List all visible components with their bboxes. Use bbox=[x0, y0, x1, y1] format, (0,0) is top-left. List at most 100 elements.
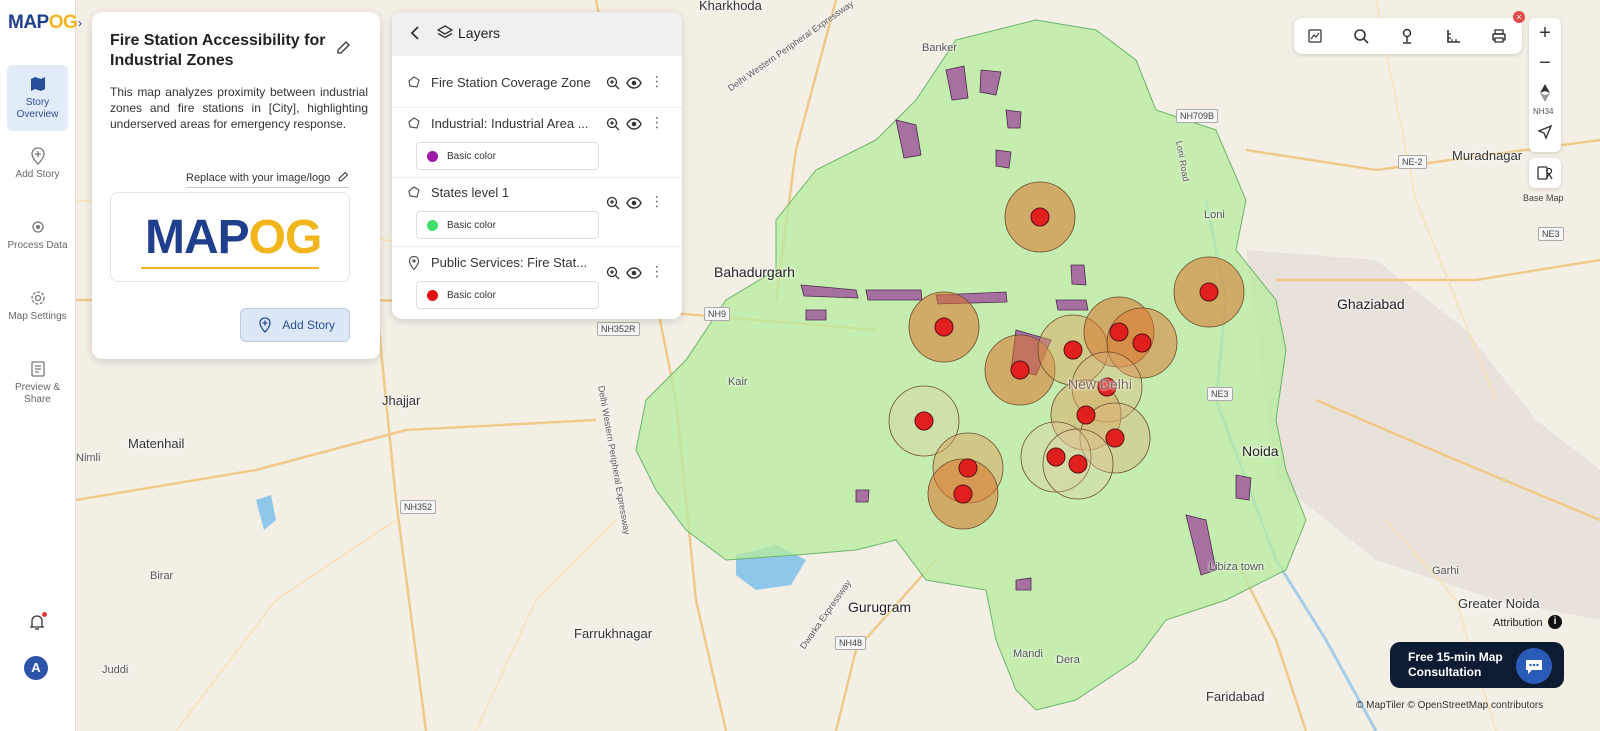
rail-story-overview[interactable]: Story Overview bbox=[7, 65, 68, 131]
layer-style-chip[interactable]: Basic color bbox=[416, 211, 599, 239]
layer-item[interactable]: Industrial: Industrial Area ... ⋮ Basic … bbox=[392, 109, 682, 170]
rail-process-data[interactable]: Process Data bbox=[7, 208, 68, 274]
polygon-icon bbox=[408, 186, 420, 198]
layer-name: Fire Station Coverage Zone bbox=[431, 75, 591, 90]
label-loni: Loni bbox=[1204, 209, 1225, 221]
divider bbox=[392, 246, 682, 247]
polygon-icon bbox=[408, 76, 420, 88]
copyright-text: © MapTiler © OpenStreetMap contributors bbox=[1356, 700, 1544, 711]
locate-button[interactable] bbox=[1529, 118, 1561, 150]
shield-nh48: NH48 bbox=[835, 636, 867, 650]
label-matenhail: Matenhail bbox=[128, 436, 185, 451]
location-pin-icon[interactable] bbox=[1398, 27, 1416, 45]
label-new-delhi: New Delhi bbox=[1068, 376, 1132, 392]
attribution-label[interactable]: Attribution bbox=[1493, 617, 1543, 629]
style-label: Basic color bbox=[447, 220, 496, 231]
shield-nh709b: NH709B bbox=[1176, 109, 1219, 123]
rail-label: Story Overview bbox=[16, 97, 59, 120]
measure-icon[interactable] bbox=[1444, 27, 1462, 45]
rail-label: Process Data bbox=[7, 240, 68, 251]
label-libiza: Libiza town bbox=[1209, 561, 1265, 573]
map-view-icon[interactable] bbox=[1306, 27, 1324, 45]
edit-pencil-icon[interactable] bbox=[335, 40, 351, 56]
close-icon[interactable]: × bbox=[1513, 11, 1525, 23]
compass-button[interactable] bbox=[1529, 78, 1561, 110]
layer-item[interactable]: Fire Station Coverage Zone ⋮ bbox=[392, 68, 682, 98]
notification-dot bbox=[42, 612, 47, 617]
story-logo-box[interactable]: MAPOG bbox=[110, 192, 350, 282]
point-icon bbox=[408, 255, 420, 271]
label-greater-noida: Greater Noida bbox=[1458, 596, 1540, 611]
zoom-to-layer-icon[interactable] bbox=[605, 265, 621, 281]
edit-pencil-icon bbox=[339, 171, 349, 182]
layer-name: States level 1 bbox=[431, 185, 510, 200]
logo-underline bbox=[141, 267, 319, 269]
rail-preview-share[interactable]: Preview & Share bbox=[7, 350, 68, 416]
zoom-to-layer-icon[interactable] bbox=[605, 75, 621, 91]
avatar[interactable]: A bbox=[24, 656, 48, 680]
layer-item[interactable]: Public Services: Fire Stat... ⋮ Basic co… bbox=[392, 248, 682, 309]
more-options-icon[interactable]: ⋮ bbox=[650, 194, 664, 210]
more-options-icon[interactable]: ⋮ bbox=[650, 74, 664, 90]
zoom-to-layer-icon[interactable] bbox=[605, 195, 621, 211]
label-farrukhnagar: Farrukhnagar bbox=[574, 626, 653, 641]
visibility-eye-icon[interactable] bbox=[626, 117, 642, 131]
app-logo[interactable]: MAPOG bbox=[8, 12, 78, 34]
layer-style-chip[interactable]: Basic color bbox=[416, 281, 599, 309]
rail-label: Preview & Share bbox=[14, 382, 60, 405]
rail-label: Map Settings bbox=[8, 311, 67, 322]
basemap-label: Base Map bbox=[1523, 193, 1564, 203]
label-noida: Noida bbox=[1242, 443, 1279, 459]
notification-bell-icon[interactable] bbox=[27, 612, 47, 632]
rail-add-story[interactable]: Add Story bbox=[7, 137, 68, 203]
collapse-toggle[interactable]: › bbox=[78, 16, 82, 30]
shield-ne2: NE-2 bbox=[1398, 155, 1427, 169]
story-description: This map analyzes proximity between indu… bbox=[110, 85, 368, 131]
label-birar: Birar bbox=[150, 570, 174, 582]
label-gurugram: Gurugram bbox=[848, 599, 912, 615]
more-options-icon[interactable]: ⋮ bbox=[650, 115, 664, 131]
layer-style-chip[interactable]: Basic color bbox=[416, 142, 599, 170]
label-juddi: Juddi bbox=[102, 664, 129, 676]
settings-gear-icon bbox=[30, 291, 45, 305]
zoom-out-button[interactable]: − bbox=[1529, 48, 1561, 80]
zoom-in-button[interactable]: + bbox=[1529, 18, 1561, 50]
label-jhajjar: Jhajjar bbox=[382, 393, 421, 408]
chat-button[interactable] bbox=[1516, 648, 1552, 684]
rail-label: Add Story bbox=[15, 169, 60, 180]
print-icon[interactable] bbox=[1490, 27, 1508, 45]
rail-map-settings[interactable]: Map Settings bbox=[7, 279, 68, 345]
add-pin-icon bbox=[30, 147, 45, 165]
replace-logo-link[interactable]: Replace with your image/logo bbox=[186, 171, 350, 188]
label-dera: Dera bbox=[1056, 654, 1080, 666]
back-chevron-icon[interactable] bbox=[408, 25, 422, 41]
layer-item[interactable]: States level 1 ⋮ Basic color bbox=[392, 178, 682, 239]
shield-nh352: NH352 bbox=[400, 500, 437, 514]
layers-title: Layers bbox=[458, 25, 501, 41]
preview-list-icon bbox=[30, 361, 45, 377]
add-story-label: Add Story bbox=[282, 318, 335, 332]
shield-ne3-east: NE3 bbox=[1538, 227, 1564, 241]
more-options-icon[interactable]: ⋮ bbox=[650, 264, 664, 280]
label-faridabad: Faridabad bbox=[1206, 689, 1265, 704]
layers-panel: Layers Fire Station Coverage Zone ⋮ Indu… bbox=[392, 12, 682, 319]
left-rail: MAPOG › Story Overview Add Story Process… bbox=[0, 0, 82, 731]
label-garhi: Garhi bbox=[1432, 565, 1459, 577]
map-book-icon bbox=[30, 77, 45, 91]
visibility-eye-icon[interactable] bbox=[626, 266, 642, 280]
label-muradnagar: Muradnagar bbox=[1452, 148, 1523, 163]
label-nimli: Nimli bbox=[76, 452, 101, 464]
layer-name: Industrial: Industrial Area ... bbox=[431, 116, 589, 131]
add-story-button[interactable]: Add Story bbox=[240, 308, 350, 342]
chat-bubble-icon bbox=[1526, 660, 1542, 674]
navigation-arrow-icon bbox=[1537, 124, 1553, 140]
color-swatch bbox=[427, 290, 438, 301]
info-icon[interactable]: i bbox=[1548, 615, 1562, 629]
basemap-button[interactable] bbox=[1529, 158, 1561, 188]
label-kair: Kair bbox=[728, 376, 748, 388]
visibility-eye-icon[interactable] bbox=[626, 196, 642, 210]
search-icon[interactable] bbox=[1352, 27, 1370, 45]
visibility-eye-icon[interactable] bbox=[626, 76, 642, 90]
compass-icon bbox=[1540, 84, 1550, 102]
zoom-to-layer-icon[interactable] bbox=[605, 116, 621, 132]
